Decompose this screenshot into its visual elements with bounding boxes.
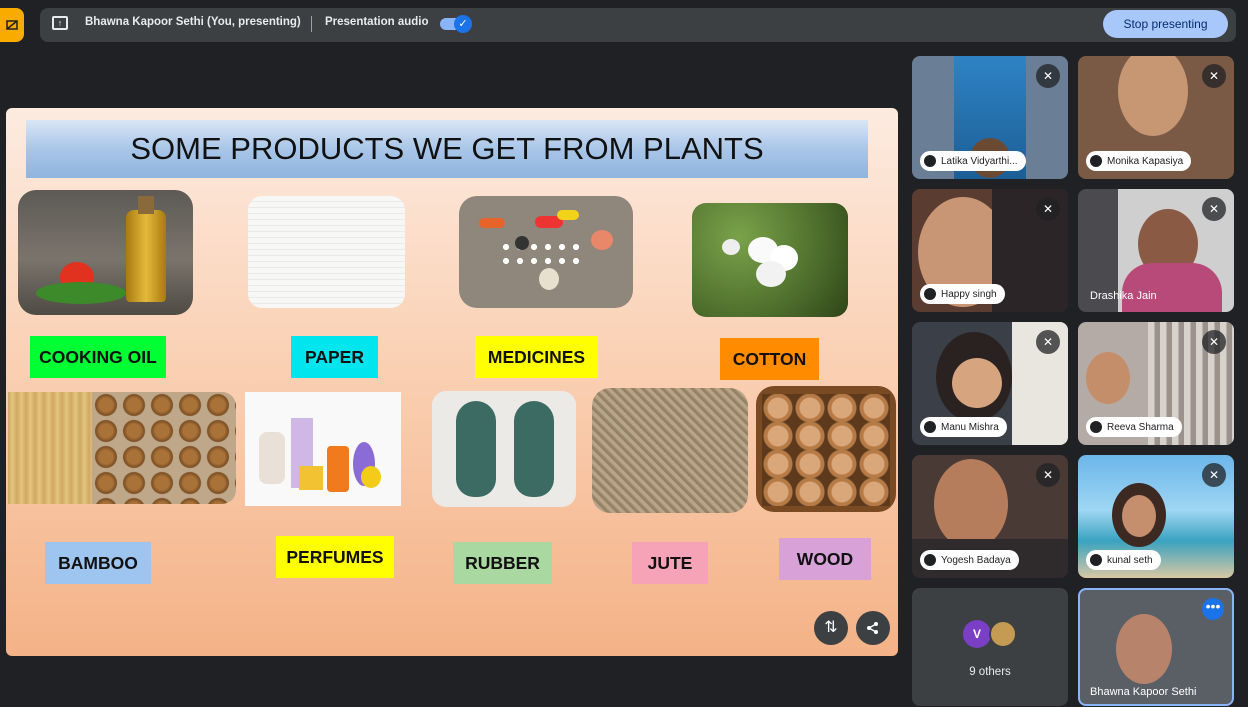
present-screen-icon: ↑: [52, 16, 68, 30]
participant-tile[interactable]: ✕ Drashika Jain: [1078, 189, 1234, 312]
participant-name: Monika Kapasiya: [1107, 155, 1184, 167]
label-cotton: COTTON: [720, 338, 819, 380]
more-icon: •••: [1205, 598, 1221, 614]
mic-off-icon: ✕: [1202, 463, 1226, 487]
participant-video: [1118, 56, 1188, 136]
pin-icon: [1090, 554, 1102, 566]
participant-name: Yogesh Badaya: [941, 554, 1011, 566]
label-paper: PAPER: [291, 336, 378, 378]
avatar: V: [963, 620, 991, 648]
participant-name: Bhawna Kapoor Sethi: [1090, 686, 1197, 698]
participant-tile[interactable]: ✕ kunal seth: [1078, 455, 1234, 578]
participant-tile[interactable]: ✕ Monika Kapasiya: [1078, 56, 1234, 179]
presented-slide: SOME PRODUCTS WE GET FROM PLANTS COOKING…: [6, 108, 898, 656]
medicines-image: [459, 196, 633, 308]
perfumes-image: [245, 392, 401, 506]
mic-off-icon: ✕: [1202, 197, 1226, 221]
jute-image: [592, 388, 748, 513]
meeting-app-icon[interactable]: [0, 8, 24, 42]
paper-image: [248, 196, 405, 308]
divider: [311, 16, 312, 32]
presentation-audio-label: Presentation audio: [325, 16, 429, 28]
stop-presenting-button[interactable]: Stop presenting: [1103, 10, 1228, 38]
pin-icon: [924, 421, 936, 433]
participant-name: Manu Mishra: [941, 421, 999, 433]
participant-name-chip: Yogesh Badaya: [920, 550, 1019, 570]
participant-name-chip: Latika Vidyarthi...: [920, 151, 1026, 171]
mic-off-icon: ✕: [1202, 64, 1226, 88]
mic-off-icon: ✕: [1036, 330, 1060, 354]
participant-name-chip: Monika Kapasiya: [1086, 151, 1192, 171]
label-wood: WOOD: [779, 538, 871, 580]
more-options-button[interactable]: •••: [1202, 598, 1224, 620]
others-count: 9 others: [969, 666, 1011, 678]
label-bamboo: BAMBOO: [45, 542, 151, 584]
mic-off-icon: ✕: [1036, 64, 1060, 88]
presentation-audio-toggle[interactable]: ✓: [440, 15, 472, 33]
label-perfumes: PERFUMES: [276, 536, 394, 578]
share-button[interactable]: [856, 611, 890, 645]
cooking-oil-image: [18, 190, 193, 315]
pin-icon: [1090, 155, 1102, 167]
label-rubber: RUBBER: [453, 542, 552, 584]
rubber-slippers-image: [432, 391, 576, 507]
share-icon: [867, 622, 878, 634]
mic-off-icon: ✕: [1036, 463, 1060, 487]
mic-off-icon: ✕: [1036, 197, 1060, 221]
avatar: [989, 620, 1017, 648]
pin-icon: [924, 155, 936, 167]
cotton-image: [692, 203, 848, 317]
participant-name-chip: Happy singh: [920, 284, 1005, 304]
label-jute: JUTE: [632, 542, 708, 584]
label-cooking-oil: COOKING OIL: [30, 336, 166, 378]
self-tile[interactable]: ••• Bhawna Kapoor Sethi: [1078, 588, 1234, 706]
participant-name-chip: kunal seth: [1086, 550, 1161, 570]
mic-off-icon: ✕: [1202, 330, 1226, 354]
label-medicines: MEDICINES: [475, 336, 598, 378]
participant-tile[interactable]: ✕ Latika Vidyarthi...: [912, 56, 1068, 179]
participant-name-chip: Manu Mishra: [920, 417, 1007, 437]
participant-tile[interactable]: ✕ Reeva Sharma: [1078, 322, 1234, 445]
participant-name: kunal seth: [1107, 554, 1153, 566]
participant-tile[interactable]: ✕ Happy singh: [912, 189, 1068, 312]
pin-icon: [1090, 421, 1102, 433]
participant-name-chip: Reeva Sharma: [1086, 417, 1182, 437]
participant-name: Reeva Sharma: [1107, 421, 1174, 433]
participant-tile[interactable]: ✕ Yogesh Badaya: [912, 455, 1068, 578]
pin-icon: [924, 554, 936, 566]
swap-button[interactable]: ⇅: [814, 611, 848, 645]
presenter-name: Bhawna Kapoor Sethi (You, presenting): [85, 16, 301, 28]
swap-icon: ⇅: [824, 619, 838, 636]
participant-video: [1086, 352, 1130, 404]
pin-icon: [924, 288, 936, 300]
participant-video: [934, 459, 1008, 549]
participant-name: Drashika Jain: [1090, 290, 1157, 302]
participant-name: Happy singh: [941, 288, 997, 300]
participant-video: [1116, 614, 1172, 684]
check-icon: ✓: [454, 15, 472, 33]
wood-image: [756, 386, 896, 512]
slide-title: SOME PRODUCTS WE GET FROM PLANTS: [26, 120, 868, 178]
bamboo-image: [8, 392, 236, 504]
participant-tile[interactable]: ✕ Manu Mishra: [912, 322, 1068, 445]
others-tile[interactable]: V 9 others: [912, 588, 1068, 706]
window-edge: [1248, 0, 1256, 707]
participant-name: Latika Vidyarthi...: [941, 155, 1018, 167]
